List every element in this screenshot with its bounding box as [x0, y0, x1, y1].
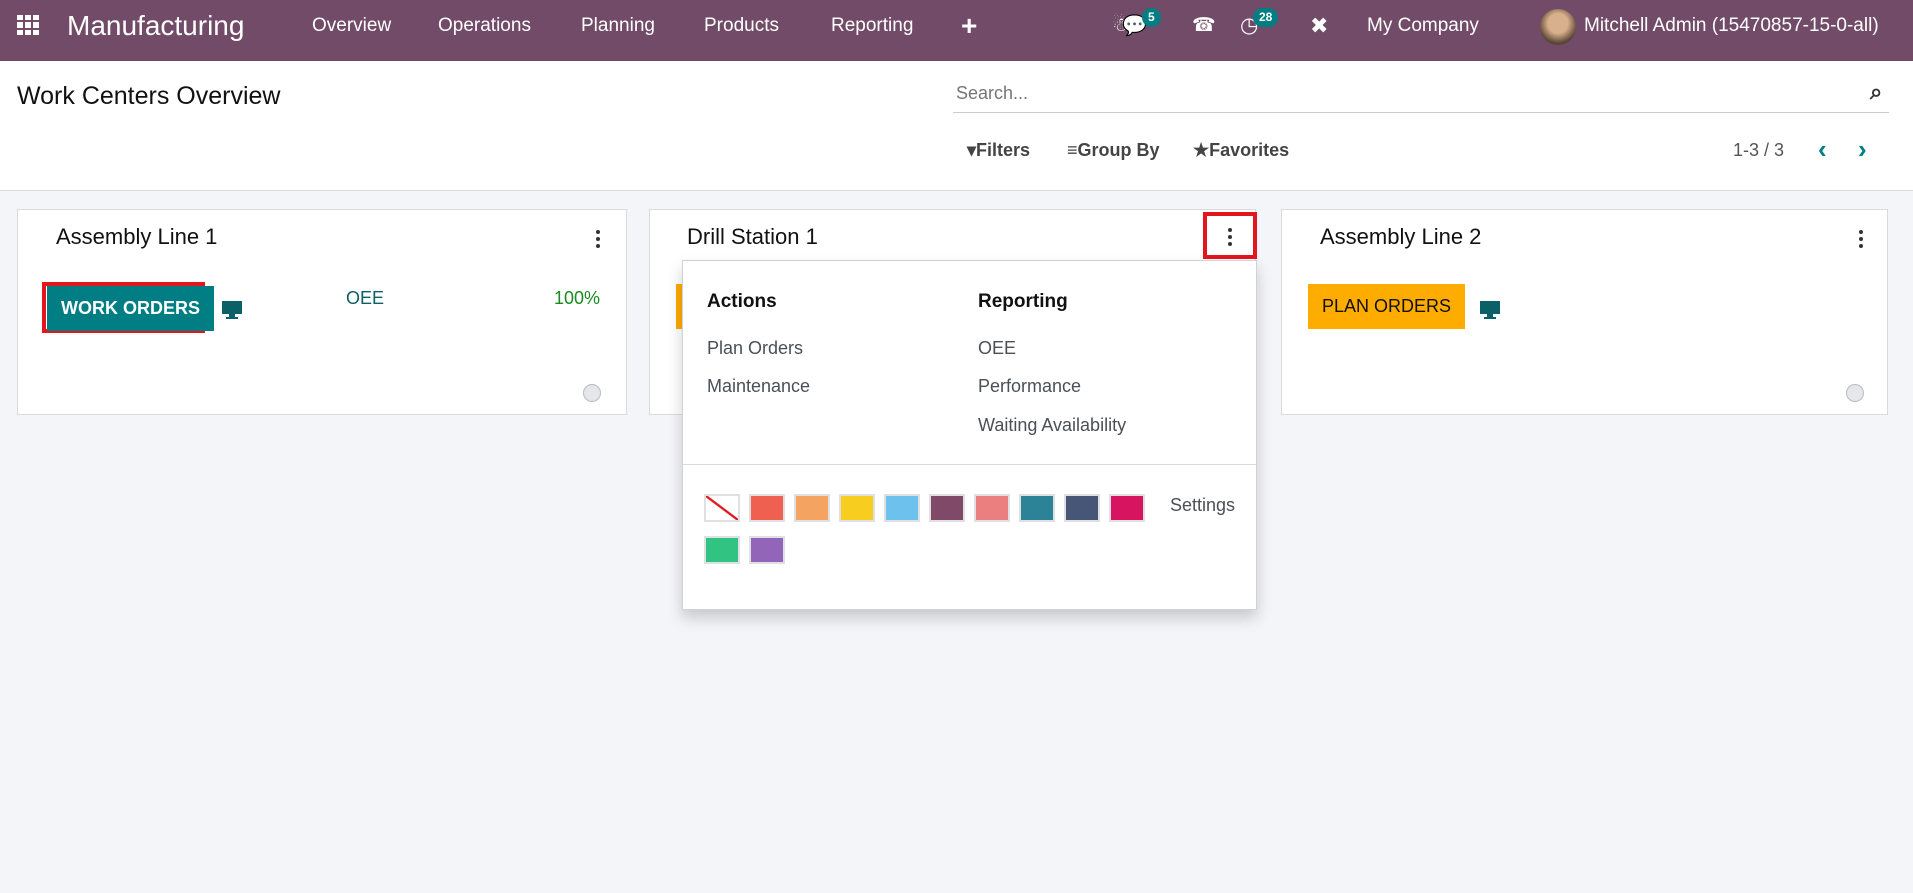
control-panel: Work Centers Overview ⌕ ▾Filters ≡Group … [0, 61, 1913, 191]
color-swatch[interactable] [1019, 494, 1055, 522]
workcenter-card[interactable]: Assembly Line 1 WORK ORDERS OEE 100% [17, 209, 627, 415]
messages-badge: 5 [1142, 8, 1161, 27]
filter-icon: ▾ [967, 140, 977, 160]
avatar[interactable] [1540, 9, 1576, 45]
kebab-menu-icon[interactable] [1227, 228, 1233, 246]
add-menu-icon[interactable]: + [961, 0, 977, 61]
color-swatch[interactable] [1109, 494, 1145, 522]
menu-planning[interactable]: Planning [581, 0, 655, 61]
search-icon[interactable]: ⌕ [1870, 79, 1882, 105]
menu-operations[interactable]: Operations [438, 0, 531, 61]
favorites-button[interactable]: ★Favorites [1193, 140, 1289, 161]
oee-value: 100% [553, 288, 600, 308]
color-swatch[interactable] [884, 494, 920, 522]
card-title[interactable]: Assembly Line 2 [1320, 224, 1481, 250]
color-swatch[interactable] [704, 536, 740, 564]
menu-item-waiting-availability[interactable]: Waiting Availability [978, 415, 1126, 436]
card-dropdown-menu: Actions Reporting Plan Orders Maintenanc… [682, 260, 1257, 610]
messages-icon[interactable]: 💬 [1122, 0, 1147, 61]
activities-badge: 28 [1253, 8, 1279, 27]
status-indicator[interactable] [583, 384, 601, 402]
color-swatch-none[interactable] [704, 494, 740, 522]
divider [683, 464, 1256, 465]
color-swatch[interactable] [974, 494, 1010, 522]
card-title[interactable]: Drill Station 1 [687, 224, 818, 250]
monitor-icon[interactable] [221, 300, 243, 320]
plan-orders-button[interactable]: PLAN ORDERS [1308, 284, 1466, 329]
tools-icon[interactable]: ✖ [1310, 0, 1328, 61]
menu-reporting[interactable]: Reporting [831, 0, 913, 61]
actions-heading: Actions [707, 291, 777, 312]
menu-products[interactable]: Products [704, 0, 779, 61]
apps-menu-icon[interactable] [17, 15, 39, 35]
user-menu[interactable]: Mitchell Admin (15470857-15-0-all) [1584, 0, 1879, 61]
menu-item-maintenance[interactable]: Maintenance [707, 376, 810, 397]
filters-button[interactable]: ▾Filters [967, 140, 1030, 161]
work-orders-button[interactable]: WORK ORDERS [47, 286, 214, 331]
menu-item-performance[interactable]: Performance [978, 376, 1081, 397]
color-swatch[interactable] [749, 494, 785, 522]
group-by-button[interactable]: ≡Group By [1067, 140, 1160, 161]
oee-label[interactable]: OEE [346, 288, 384, 309]
workcenter-card[interactable]: Assembly Line 2 PLAN ORDERS [1281, 209, 1888, 415]
next-page-icon[interactable]: › [1858, 134, 1867, 165]
color-swatch[interactable] [749, 536, 785, 564]
color-swatch[interactable] [839, 494, 875, 522]
app-name[interactable]: Manufacturing [67, 0, 244, 61]
kebab-menu-icon[interactable] [595, 230, 601, 248]
color-swatch[interactable] [929, 494, 965, 522]
menu-item-plan-orders[interactable]: Plan Orders [707, 338, 803, 359]
color-swatch[interactable] [794, 494, 830, 522]
page-title: Work Centers Overview [17, 82, 281, 110]
search-input[interactable] [953, 75, 1889, 113]
reporting-heading: Reporting [978, 291, 1068, 312]
status-indicator[interactable] [1846, 384, 1864, 402]
menu-item-oee[interactable]: OEE [978, 338, 1016, 359]
star-icon: ★ [1193, 140, 1210, 160]
menu-overview[interactable]: Overview [312, 0, 391, 61]
list-icon: ≡ [1067, 140, 1078, 160]
phone-icon[interactable]: ☎ [1192, 0, 1216, 61]
card-title[interactable]: Assembly Line 1 [56, 224, 217, 250]
monitor-icon[interactable] [1479, 300, 1501, 320]
pager-value[interactable]: 1-3 / 3 [1733, 140, 1784, 161]
previous-page-icon[interactable]: ‹ [1818, 134, 1827, 165]
company-switcher[interactable]: My Company [1367, 0, 1479, 61]
color-swatch[interactable] [1064, 494, 1100, 522]
kebab-menu-icon[interactable] [1858, 230, 1864, 248]
settings-link[interactable]: Settings [1170, 495, 1235, 516]
top-navbar: Manufacturing Overview Operations Planni… [0, 0, 1913, 61]
